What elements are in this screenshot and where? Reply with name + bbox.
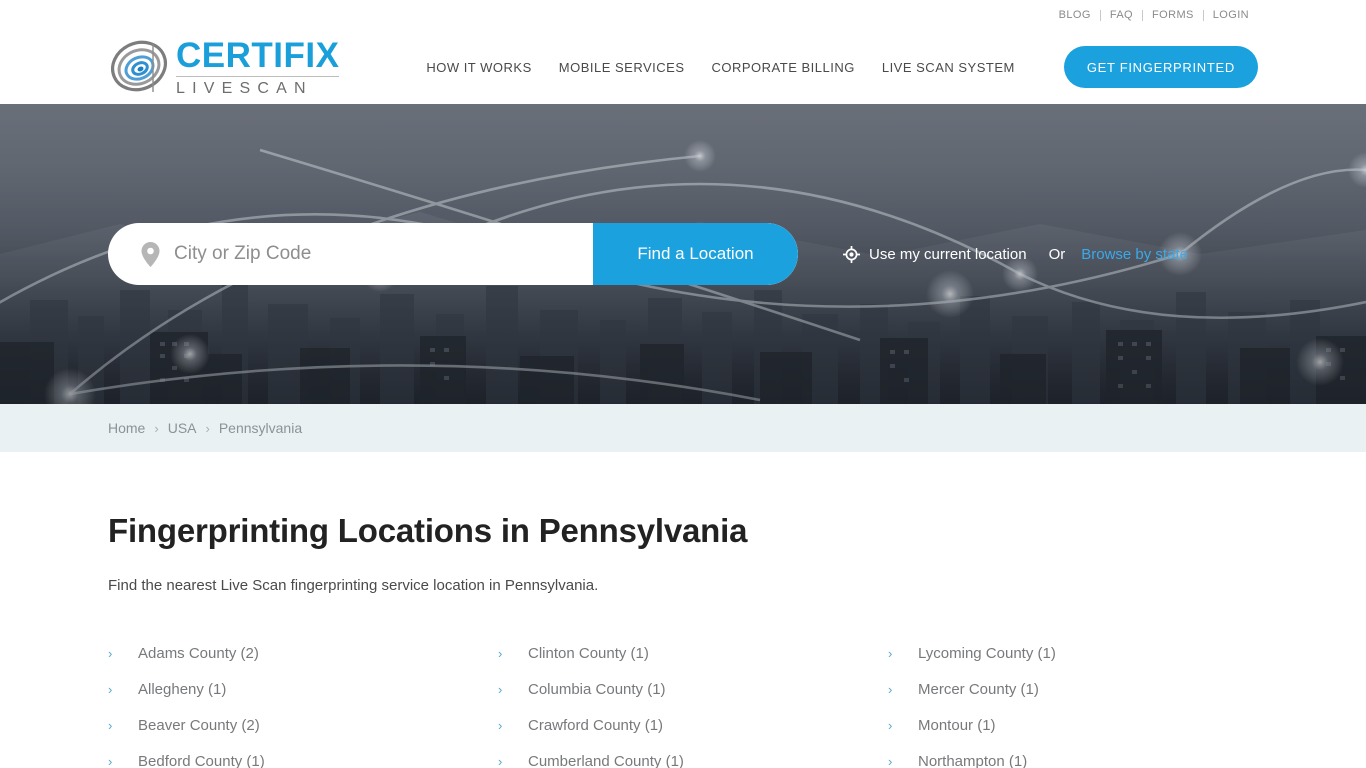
list-item[interactable]: › Crawford County (1): [498, 707, 888, 743]
list-item[interactable]: › Allegheny (1): [108, 671, 498, 707]
hero-location-options: Use my current location Or Browse by sta…: [843, 245, 1188, 263]
county-label: Columbia County (1): [528, 680, 666, 698]
chevron-right-icon: ›: [498, 717, 503, 733]
county-label: Northampton (1): [918, 752, 1028, 768]
chevron-right-icon: ›: [498, 753, 503, 768]
county-label: Cumberland County (1): [528, 752, 684, 768]
site-header: CERTIFIX LIVESCAN HOW IT WORKS MOBILE SE…: [0, 30, 1366, 104]
logo-text-certifix: CERTIFIX: [176, 35, 340, 75]
use-current-location-link[interactable]: Use my current location: [869, 246, 1027, 263]
list-item[interactable]: › Mercer County (1): [888, 671, 1278, 707]
county-label: Crawford County (1): [528, 716, 664, 734]
topbar-link-faq[interactable]: FAQ: [1101, 9, 1142, 21]
topbar-link-forms[interactable]: FORMS: [1143, 9, 1203, 21]
county-label: Lycoming County (1): [918, 644, 1056, 662]
nav-item-corporate-billing[interactable]: CORPORATE BILLING: [712, 60, 855, 75]
county-label: Clinton County (1): [528, 644, 649, 662]
hero-search-area: Find a Location Use my current location …: [108, 223, 1188, 285]
breadcrumb: Home › USA › Pennsylvania: [0, 404, 1366, 452]
list-item[interactable]: › Clinton County (1): [498, 635, 888, 671]
gps-crosshair-icon: [843, 245, 860, 263]
chevron-right-icon: ›: [108, 717, 113, 733]
page-subtitle: Find the nearest Live Scan fingerprintin…: [108, 577, 599, 594]
chevron-right-icon: ›: [498, 681, 503, 697]
main-navigation: HOW IT WORKS MOBILE SERVICES CORPORATE B…: [426, 46, 1258, 88]
search-input[interactable]: [174, 223, 593, 285]
breadcrumb-item-usa[interactable]: USA: [168, 420, 197, 436]
list-item[interactable]: › Montour (1): [888, 707, 1278, 743]
logo-divider: [176, 75, 340, 77]
top-utility-bar: BLOG FAQ FORMS LOGIN: [0, 0, 1366, 30]
list-item[interactable]: › Beaver County (2): [108, 707, 498, 743]
list-item[interactable]: › Lycoming County (1): [888, 635, 1278, 671]
find-location-button[interactable]: Find a Location: [593, 223, 798, 285]
nav-item-mobile-services[interactable]: MOBILE SERVICES: [559, 60, 685, 75]
breadcrumb-separator-icon: ›: [154, 420, 159, 436]
county-list: › Adams County (2) › Clinton County (1) …: [108, 635, 1258, 768]
list-item[interactable]: › Columbia County (1): [498, 671, 888, 707]
site-logo[interactable]: CERTIFIX LIVESCAN: [108, 35, 340, 98]
county-label: Beaver County (2): [138, 716, 260, 734]
county-label: Montour (1): [918, 716, 996, 734]
chevron-right-icon: ›: [498, 645, 503, 661]
county-label: Bedford County (1): [138, 752, 265, 768]
chevron-right-icon: ›: [888, 681, 893, 697]
county-label: Adams County (2): [138, 644, 259, 662]
location-search-box: Find a Location: [108, 223, 798, 285]
topbar-link-blog[interactable]: BLOG: [1050, 9, 1100, 21]
list-item[interactable]: › Northampton (1): [888, 743, 1278, 768]
county-label: Allegheny (1): [138, 680, 227, 698]
breadcrumb-separator-icon: ›: [205, 420, 210, 436]
county-label: Mercer County (1): [918, 680, 1039, 698]
page-title: Fingerprinting Locations in Pennsylvania: [108, 512, 748, 549]
browse-by-state-link[interactable]: Browse by state: [1081, 246, 1188, 263]
or-label: Or: [1048, 245, 1066, 263]
logo-wordmark: CERTIFIX LIVESCAN: [176, 35, 340, 97]
hero-section: Find a Location Use my current location …: [0, 104, 1366, 404]
top-utility-links: BLOG FAQ FORMS LOGIN: [1050, 9, 1258, 21]
breadcrumb-item-home[interactable]: Home: [108, 420, 145, 436]
fingerprint-swirl-logo-icon: [108, 36, 174, 98]
chevron-right-icon: ›: [888, 753, 893, 768]
topbar-link-login[interactable]: LOGIN: [1204, 9, 1258, 21]
get-fingerprinted-button[interactable]: GET FINGERPRINTED: [1063, 46, 1258, 88]
map-pin-icon: [141, 241, 160, 267]
nav-item-how-it-works[interactable]: HOW IT WORKS: [426, 60, 531, 75]
main-content: Fingerprinting Locations in Pennsylvania…: [0, 452, 1366, 768]
list-item[interactable]: › Cumberland County (1): [498, 743, 888, 768]
chevron-right-icon: ›: [888, 717, 893, 733]
list-item[interactable]: › Bedford County (1): [108, 743, 498, 768]
chevron-right-icon: ›: [108, 753, 113, 768]
chevron-right-icon: ›: [108, 681, 113, 697]
logo-text-livescan: LIVESCAN: [176, 79, 313, 97]
chevron-right-icon: ›: [888, 645, 893, 661]
breadcrumb-item-pennsylvania: Pennsylvania: [218, 420, 303, 436]
chevron-right-icon: ›: [108, 645, 113, 661]
list-item[interactable]: › Adams County (2): [108, 635, 498, 671]
nav-item-live-scan-system[interactable]: LIVE SCAN SYSTEM: [882, 60, 1015, 75]
